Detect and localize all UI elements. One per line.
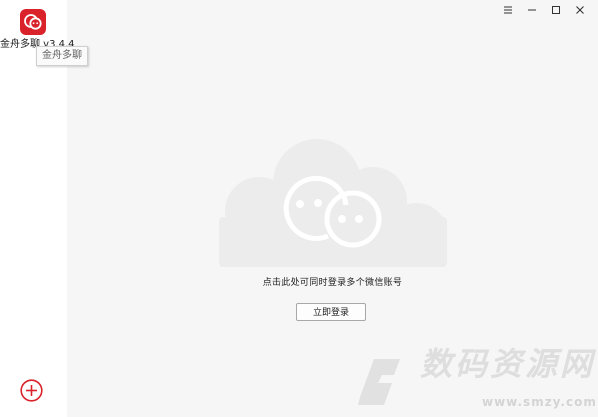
menu-icon	[504, 6, 512, 14]
app-logo-icon[interactable]	[20, 9, 46, 35]
minimize-button[interactable]	[520, 2, 544, 18]
plus-circle-icon	[20, 379, 43, 402]
menu-button[interactable]	[496, 2, 520, 18]
close-button[interactable]	[568, 2, 592, 18]
empty-state-cloud-illustration	[213, 135, 449, 271]
main-panel: 点击此处可同时登录多个微信账号 立即登录 数码资源网 www.smzy.com	[67, 0, 598, 417]
watermark-title: 数码资源网	[420, 345, 596, 383]
cloud-chat-icon	[219, 139, 447, 267]
add-account-button[interactable]	[20, 379, 43, 402]
login-button[interactable]: 立即登录	[296, 303, 366, 321]
maximize-icon	[552, 6, 560, 14]
login-prompt-text: 点击此处可同时登录多个微信账号	[262, 278, 403, 288]
maximize-button[interactable]	[544, 2, 568, 18]
watermark-logo-icon	[358, 359, 400, 405]
minimize-icon	[528, 9, 536, 11]
watermark-url: www.smzy.com	[482, 395, 597, 409]
window-controls	[496, 2, 592, 18]
close-icon	[576, 6, 584, 14]
